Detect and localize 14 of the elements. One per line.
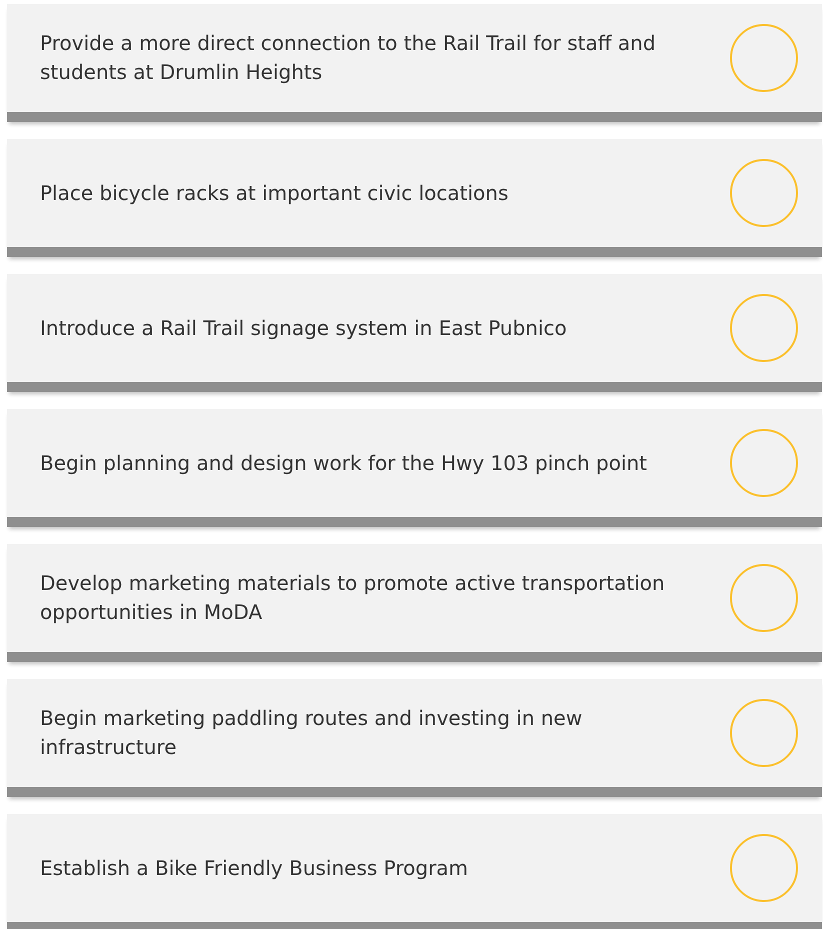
checkbox[interactable]: [730, 564, 798, 632]
task-label: Begin planning and design work for the Hwy 103 pinch point: [40, 450, 648, 476]
checkbox[interactable]: [730, 159, 798, 227]
checkbox[interactable]: [730, 24, 798, 92]
task-label: Develop marketing materials to promote active transportation opportunities in MoDA: [40, 570, 666, 626]
checkbox[interactable]: [730, 699, 798, 767]
checkbox[interactable]: [730, 429, 798, 497]
task-label: Introduce a Rail Trail signage system in East Pubnico: [40, 314, 567, 342]
task-label: Place bicycle racks at important civic locations: [40, 180, 508, 206]
checkbox[interactable]: [730, 294, 798, 362]
task-label: Establish a Bike Friendly Business Program: [40, 854, 468, 882]
checkbox[interactable]: [730, 834, 798, 902]
task-label: Begin marketing paddling routes and investing in new infrastructure: [40, 705, 584, 761]
task-label: Provide a more direct connection to the Rail Trail for staff and students at Drumlin Heights: [40, 30, 657, 86]
